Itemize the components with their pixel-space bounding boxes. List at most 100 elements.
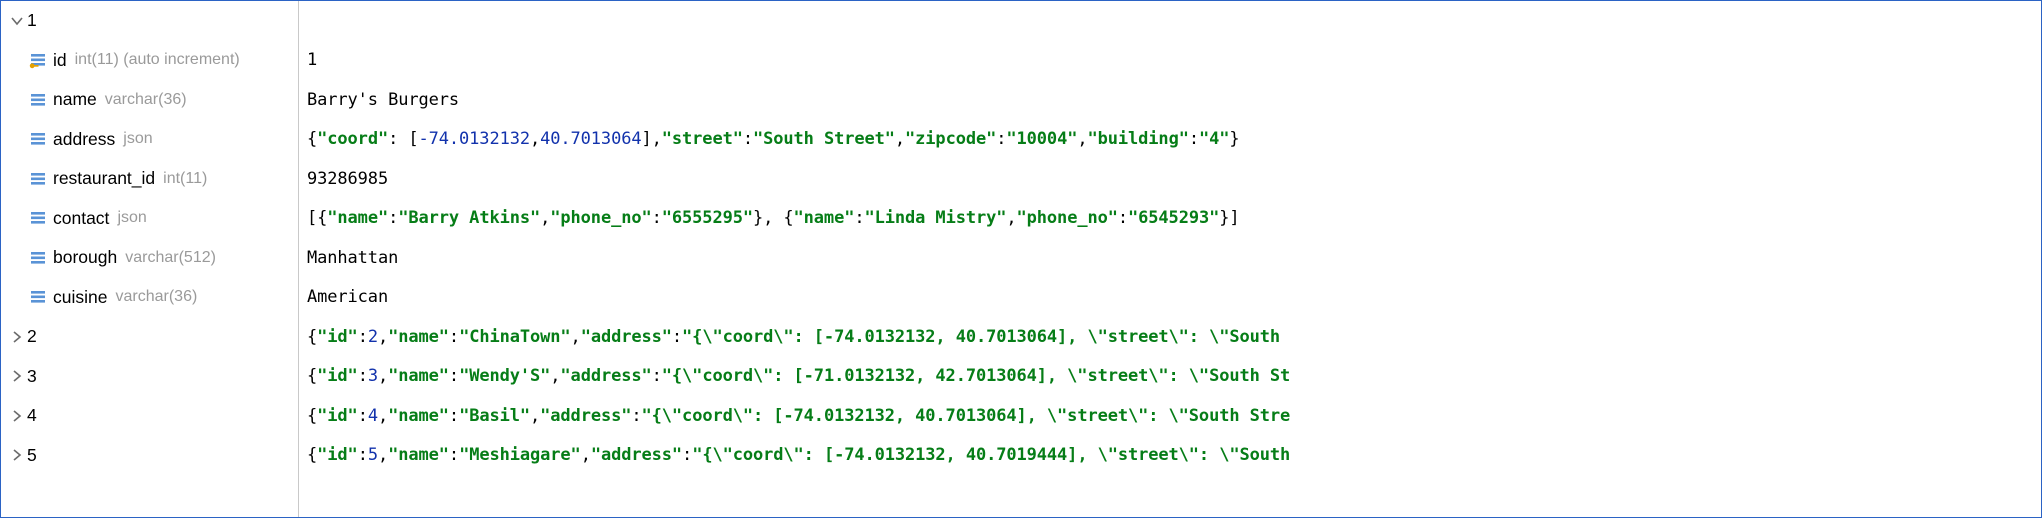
value-text: Barry's Burgers xyxy=(307,90,459,110)
field-type: varchar(512) xyxy=(125,249,216,267)
value-cell[interactable]: {"id": 2, "name": "ChinaTown", "address"… xyxy=(299,317,2041,357)
json-token: : xyxy=(996,129,1006,149)
field-type: varchar(36) xyxy=(115,288,197,306)
chevron-right-icon[interactable] xyxy=(7,370,27,382)
field-row[interactable]: idint(11) (auto increment) xyxy=(1,41,298,81)
json-token: : xyxy=(652,208,662,228)
value-cell[interactable]: American xyxy=(299,278,2041,318)
column-icon xyxy=(27,209,49,227)
column-icon xyxy=(27,170,49,188)
json-token: : xyxy=(358,445,368,465)
chevron-right-icon[interactable] xyxy=(7,410,27,422)
json-token: "id" xyxy=(317,366,358,386)
value-text: Manhattan xyxy=(307,248,398,268)
json-token: { xyxy=(307,406,317,426)
value-text: American xyxy=(307,287,388,307)
value-cell[interactable]: Manhattan xyxy=(299,238,2041,278)
field-row[interactable]: addressjson xyxy=(1,120,298,160)
json-token: , xyxy=(581,445,591,465)
json-token: "6555295" xyxy=(662,208,753,228)
value-cell[interactable]: {"id": 4, "name": "Basil", "address": "{… xyxy=(299,396,2041,436)
json-token: { xyxy=(307,129,317,149)
value-cell[interactable]: {"id": 3, "name": "Wendy'S", "address": … xyxy=(299,357,2041,397)
json-token: : xyxy=(388,208,398,228)
json-token: "id" xyxy=(317,327,358,347)
json-token: "Meshiagare" xyxy=(459,445,581,465)
value-cell[interactable]: Barry's Burgers xyxy=(299,80,2041,120)
tree-row[interactable]: 2 xyxy=(1,317,298,357)
chevron-right-icon[interactable] xyxy=(7,449,27,461)
json-token: : xyxy=(358,327,368,347)
json-token: "phone_no" xyxy=(1017,208,1118,228)
tree-row[interactable]: 3 xyxy=(1,357,298,397)
json-token: : xyxy=(358,406,368,426)
json-token: "name" xyxy=(388,406,449,426)
value-cell[interactable]: 93286985 xyxy=(299,159,2041,199)
field-row[interactable]: namevarchar(36) xyxy=(1,80,298,120)
field-row[interactable]: boroughvarchar(512) xyxy=(1,238,298,278)
value-cell[interactable]: [{"name": "Barry Atkins", "phone_no": "6… xyxy=(299,199,2041,239)
json-token: , xyxy=(540,208,550,228)
json-token: : xyxy=(1118,208,1128,228)
json-token: : xyxy=(652,366,662,386)
json-token: "name" xyxy=(794,208,855,228)
json-token: : xyxy=(358,366,368,386)
json-token: : xyxy=(449,406,459,426)
field-name: id xyxy=(53,50,67,71)
json-token: "{\"coord\": [-74.0132132, 40.7013064], … xyxy=(642,406,1291,426)
json-token: "4" xyxy=(1199,129,1229,149)
json-token: "10004" xyxy=(1006,129,1077,149)
field-type: json xyxy=(117,209,146,227)
json-token: "Linda Mistry" xyxy=(864,208,1006,228)
json-token: "id" xyxy=(317,406,358,426)
json-token: "Barry Atkins" xyxy=(398,208,540,228)
value-cell[interactable] xyxy=(299,1,2041,41)
field-name: cuisine xyxy=(53,287,107,308)
json-token: "6545293" xyxy=(1128,208,1219,228)
json-token: "building" xyxy=(1087,129,1188,149)
json-token: "ChinaTown" xyxy=(459,327,570,347)
json-token: 2 xyxy=(368,327,378,347)
json-token: -74.0132132 xyxy=(419,129,530,149)
field-row[interactable]: contactjson xyxy=(1,199,298,239)
json-token: , xyxy=(378,445,388,465)
json-token: "address" xyxy=(591,445,682,465)
json-token: "coord" xyxy=(317,129,388,149)
tree-row[interactable]: 1 xyxy=(1,1,298,41)
value-text: 93286985 xyxy=(307,169,388,189)
json-token: : xyxy=(743,129,753,149)
tree-row[interactable]: 5 xyxy=(1,436,298,476)
json-token: : xyxy=(449,327,459,347)
field-row[interactable]: restaurant_idint(11) xyxy=(1,159,298,199)
field-name: 1 xyxy=(27,10,37,31)
record-tree-panel: 1idint(11) (auto increment)namevarchar(3… xyxy=(0,0,2042,518)
json-token: { xyxy=(307,445,317,465)
value-cell[interactable]: {"id": 5, "name": "Meshiagare", "address… xyxy=(299,436,2041,476)
json-token: "name" xyxy=(388,327,449,347)
tree-row[interactable]: 4 xyxy=(1,396,298,436)
column-icon xyxy=(27,288,49,306)
json-token: 5 xyxy=(368,445,378,465)
field-name: name xyxy=(53,89,97,110)
field-row[interactable]: cuisine varchar(36) xyxy=(1,278,298,318)
field-tree-column: 1idint(11) (auto increment)namevarchar(3… xyxy=(1,1,298,517)
json-token: "Basil" xyxy=(459,406,530,426)
json-token: : xyxy=(854,208,864,228)
json-token: "name" xyxy=(388,366,449,386)
primary-key-column-icon xyxy=(27,51,49,69)
json-token: 3 xyxy=(368,366,378,386)
json-token: { xyxy=(307,366,317,386)
chevron-right-icon[interactable] xyxy=(7,331,27,343)
json-token: "phone_no" xyxy=(550,208,651,228)
json-token: "South Street" xyxy=(753,129,895,149)
json-token: { xyxy=(307,327,317,347)
value-cell[interactable]: {"coord": [-74.0132132, 40.7013064], "st… xyxy=(299,120,2041,160)
json-token: , xyxy=(550,366,560,386)
chevron-down-icon[interactable] xyxy=(7,15,27,27)
json-token: "address" xyxy=(540,406,631,426)
json-token: , xyxy=(895,129,905,149)
column-icon xyxy=(27,249,49,267)
json-token: : xyxy=(682,445,692,465)
json-token: : xyxy=(449,366,459,386)
value-cell[interactable]: 1 xyxy=(299,41,2041,81)
